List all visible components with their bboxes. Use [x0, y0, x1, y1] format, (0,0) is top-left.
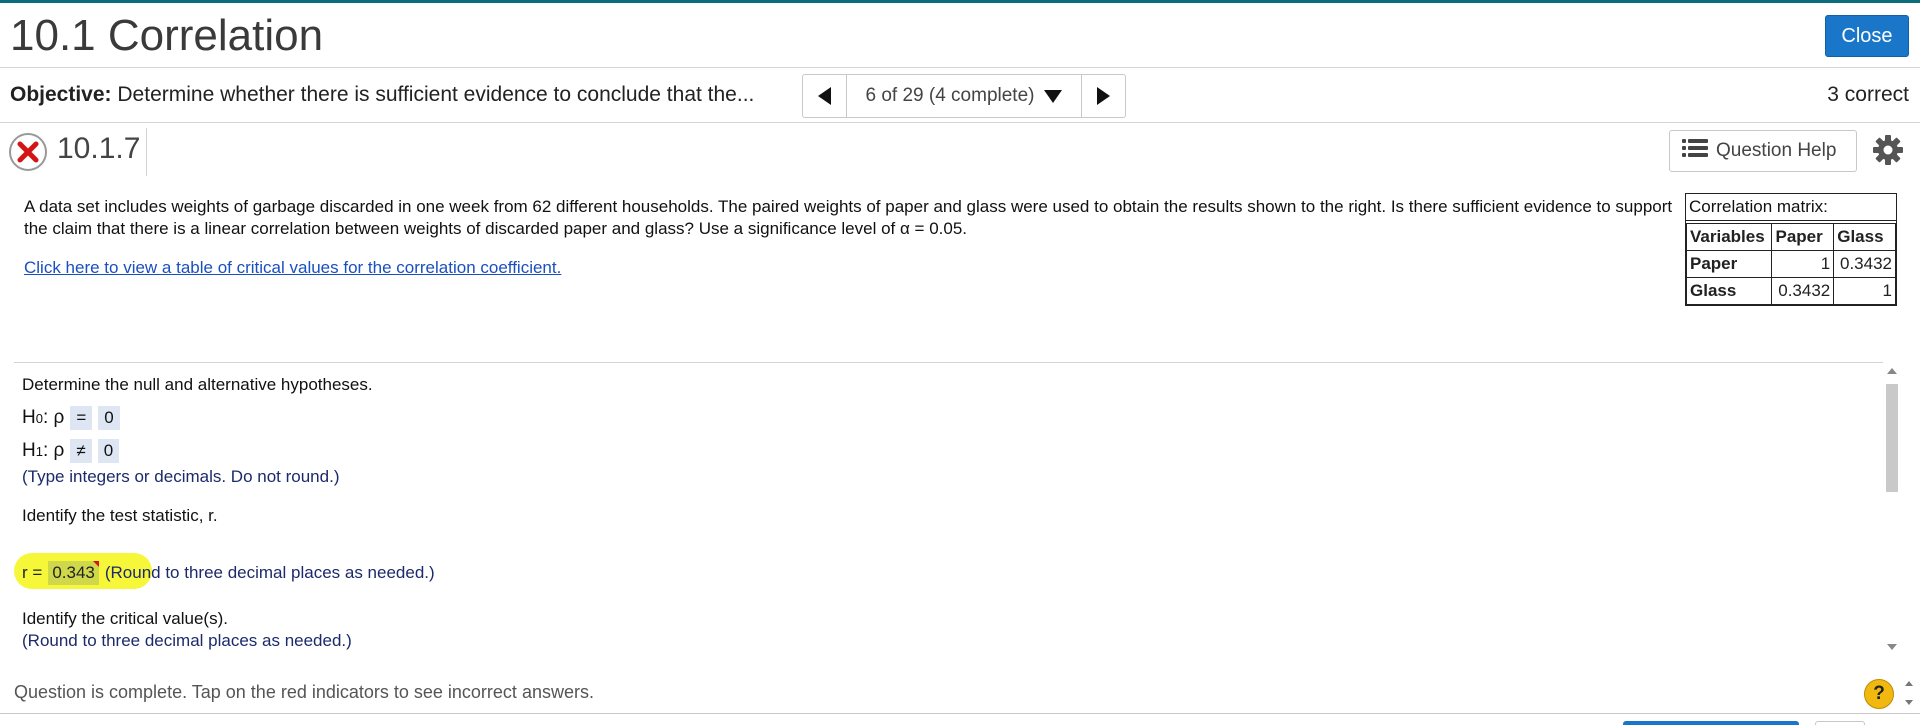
previous-question-button[interactable] — [803, 75, 847, 117]
critical-value-note: (Round to three decimal places as needed… — [22, 631, 352, 650]
objective-bar: Objective: Determine whether there is su… — [0, 69, 1920, 123]
hypotheses-note: (Type integers or decimals. Do not round… — [22, 467, 340, 486]
row-label: Glass — [1685, 277, 1773, 305]
h0-parameter: : ρ — [42, 407, 65, 428]
correlation-matrix: Correlation matrix: Variables Paper Glas… — [1685, 193, 1897, 306]
alternative-hypothesis: H1: ρ ≠ 0 — [22, 439, 120, 463]
r-label: r = — [22, 563, 43, 582]
question-navigator: 6 of 29 (4 complete) — [802, 74, 1126, 118]
h1-operator-field[interactable]: ≠ — [70, 439, 92, 463]
cell-value: 0.3432 — [1833, 250, 1896, 278]
primary-action-button[interactable] — [1623, 721, 1799, 725]
cell-value: 1 — [1771, 250, 1835, 278]
objective-text: Determine whether there is sufficient ev… — [117, 83, 755, 106]
test-statistic-prompt: Identify the test statistic, r. — [22, 506, 218, 525]
answer-scrollbar[interactable] — [1883, 362, 1901, 657]
page-title: 10.1 Correlation — [10, 11, 324, 60]
answer-area[interactable]: Determine the null and alternative hypot… — [14, 362, 1883, 657]
problem-statement: A data set includes weights of garbage d… — [24, 197, 1673, 238]
matrix-header: Variables — [1685, 223, 1773, 251]
question-number: 10.1.7 — [57, 132, 141, 165]
r-value: 0.343 — [52, 563, 95, 582]
scroll-down-icon[interactable] — [1887, 644, 1897, 650]
question-help-button[interactable]: Question Help — [1669, 130, 1857, 172]
help-icon[interactable]: ? — [1864, 679, 1894, 709]
matrix-table: Variables Paper Glass Paper 1 0.3432 Gla… — [1685, 223, 1896, 305]
title-bar: 10.1 Correlation Close — [0, 3, 1920, 68]
h1-value-field[interactable]: 0 — [97, 439, 120, 463]
question-help-label: Question Help — [1716, 140, 1837, 161]
close-button[interactable]: Close — [1825, 15, 1909, 57]
null-hypothesis: H0: ρ = 0 — [22, 406, 120, 430]
arrow-left-icon — [818, 87, 831, 105]
critical-values-link[interactable]: Click here to view a table of critical v… — [24, 258, 561, 278]
scroll-up-icon[interactable] — [1905, 681, 1913, 686]
objective-label: Objective: — [10, 83, 112, 106]
footer-scroller[interactable] — [1903, 678, 1917, 712]
incorrect-indicator[interactable] — [92, 561, 99, 567]
secondary-action-button[interactable] — [1815, 721, 1865, 725]
list-icon — [1682, 138, 1708, 164]
scroll-down-icon[interactable] — [1905, 700, 1913, 705]
matrix-caption: Correlation matrix: — [1686, 194, 1896, 221]
objective: Objective: Determine whether there is su… — [10, 83, 754, 107]
h1-symbol: H — [22, 440, 36, 461]
scroll-thumb[interactable] — [1886, 384, 1898, 492]
matrix-header: Glass — [1833, 223, 1896, 251]
h0-value-field[interactable]: 0 — [98, 406, 120, 430]
hypotheses-prompt: Determine the null and alternative hypot… — [22, 375, 373, 394]
incorrect-x-icon — [9, 133, 47, 171]
question-bar: 10.1.7 Question Help — [0, 124, 1920, 180]
row-label: Paper — [1685, 250, 1773, 278]
arrow-right-icon — [1097, 87, 1110, 105]
critical-value-prompt: Identify the critical value(s). — [22, 609, 228, 628]
test-statistic-row: r = 0.343 (Round to three decimal places… — [22, 561, 435, 585]
completion-message: Question is complete. Tap on the red ind… — [14, 682, 594, 702]
cell-value: 0.3432 — [1771, 277, 1835, 305]
r-value-field[interactable]: 0.343 — [48, 561, 99, 585]
cell-value: 1 — [1833, 277, 1896, 305]
table-row: Glass 0.3432 1 — [1685, 277, 1896, 305]
footer-divider — [0, 713, 1920, 714]
h1-parameter: : ρ — [42, 440, 65, 461]
next-question-button[interactable] — [1081, 75, 1125, 117]
h0-symbol: H — [22, 407, 36, 428]
h0-subscript: 0 — [35, 410, 43, 426]
gear-icon[interactable] — [1872, 134, 1904, 166]
score-text: 3 correct — [1827, 83, 1909, 106]
matrix-header: Paper — [1771, 223, 1835, 251]
h0-operator-field[interactable]: = — [70, 406, 93, 430]
table-row: Paper 1 0.3432 — [1685, 250, 1896, 278]
r-note: (Round to three decimal places as needed… — [104, 563, 435, 582]
h1-subscript: 1 — [35, 443, 43, 459]
caret-down-icon — [1044, 89, 1063, 103]
question-progress-dropdown[interactable]: 6 of 29 (4 complete) — [847, 75, 1081, 117]
divider — [146, 128, 147, 176]
scroll-up-icon[interactable] — [1887, 368, 1897, 374]
progress-text: 6 of 29 (4 complete) — [865, 85, 1035, 106]
